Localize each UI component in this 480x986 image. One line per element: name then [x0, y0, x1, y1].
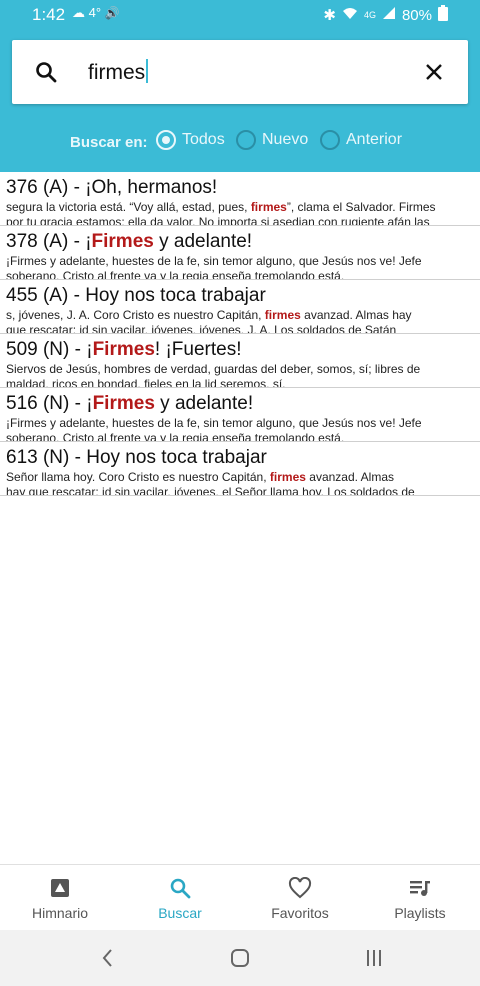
system-navigation-bar: [0, 930, 480, 986]
nav-playlists[interactable]: Playlists: [360, 865, 480, 931]
search-scope-filter: Buscar en: Todos Nuevo Anterior: [0, 126, 480, 160]
hymn-snippet: Señor llama hoy. Coro Cristo es nuestro …: [6, 470, 415, 496]
nav-himnario[interactable]: Himnario: [0, 865, 120, 931]
filter-label: Buscar en:: [70, 134, 148, 151]
list-item[interactable]: 378 (A) - ¡Firmes y adelante! ¡Firmes y …: [0, 226, 480, 280]
status-bar: 1:42 ☁ 4° 🔊 ✱ 4G 80%: [0, 0, 480, 30]
search-icon: [34, 60, 58, 84]
search-box[interactable]: firmes: [12, 40, 468, 104]
hymn-title: 509 (N) - ¡Firmes! ¡Fuertes!: [6, 339, 242, 360]
bottom-navigation: Himnario Buscar Favoritos Playlists: [0, 864, 480, 931]
battery-icon: [438, 5, 448, 25]
radio-nuevo[interactable]: Nuevo: [236, 130, 308, 150]
radio-checked-icon: [156, 130, 176, 150]
search-header: firmes Buscar en: Todos Nuevo Anterior: [0, 30, 480, 172]
radio-unchecked-icon: [236, 130, 256, 150]
hymn-snippet: Siervos de Jesús, hombres de verdad, gua…: [6, 362, 421, 388]
list-item[interactable]: 376 (A) - ¡Oh, hermanos! segura la victo…: [0, 172, 480, 226]
back-icon[interactable]: [96, 946, 120, 970]
hymn-title: 376 (A) - ¡Oh, hermanos!: [6, 177, 218, 198]
hymn-title: 516 (N) - ¡Firmes y adelante!: [6, 393, 254, 414]
cloud-icon: ☁: [72, 5, 85, 20]
hymn-snippet: segura la victoria está. “Voy allá, esta…: [6, 200, 436, 226]
search-icon: [170, 878, 191, 899]
nav-buscar[interactable]: Buscar: [120, 865, 240, 931]
status-time: 1:42: [32, 5, 66, 24]
list-item[interactable]: 509 (N) - ¡Firmes! ¡Fuertes! Siervos de …: [0, 334, 480, 388]
signal-icon: [382, 6, 396, 24]
hymn-snippet: ¡Firmes y adelante, huestes de la fe, si…: [6, 416, 422, 442]
radio-anterior[interactable]: Anterior: [320, 130, 402, 150]
hymn-title: 378 (A) - ¡Firmes y adelante!: [6, 231, 253, 252]
battery-percent: 80%: [401, 6, 432, 24]
network-type: 4G: [363, 10, 376, 20]
bluetooth-icon: ✱: [323, 7, 336, 24]
radio-todos[interactable]: Todos: [156, 130, 225, 150]
recent-apps-icon[interactable]: [362, 946, 386, 970]
list-item[interactable]: 613 (N) - Hoy nos toca trabajar Señor ll…: [0, 442, 480, 496]
nav-favoritos[interactable]: Favoritos: [240, 865, 360, 931]
hymn-title: 613 (N) - Hoy nos toca trabajar: [6, 447, 267, 468]
volume-icon: 🔊: [104, 6, 120, 20]
radio-unchecked-icon: [320, 130, 340, 150]
hymn-snippet: ¡Firmes y adelante, huestes de la fe, si…: [6, 254, 422, 280]
home-icon[interactable]: [228, 946, 252, 970]
search-input[interactable]: firmes: [88, 59, 149, 85]
text-caret: [146, 59, 149, 83]
results-list: 376 (A) - ¡Oh, hermanos! segura la victo…: [0, 172, 480, 496]
hymn-title: 455 (A) - Hoy nos toca trabajar: [6, 285, 266, 306]
hymn-snippet: s, jóvenes, J. A. Coro Cristo es nuestro…: [6, 308, 412, 334]
list-item[interactable]: 516 (N) - ¡Firmes y adelante! ¡Firmes y …: [0, 388, 480, 442]
list-item[interactable]: 455 (A) - Hoy nos toca trabajar s, jóven…: [0, 280, 480, 334]
status-right: ✱ 4G 80%: [323, 5, 448, 25]
playlist-icon: [410, 881, 430, 896]
status-weather: ☁ 4° 🔊: [72, 5, 120, 20]
book-icon: [51, 879, 69, 897]
close-icon[interactable]: [422, 60, 446, 84]
heart-icon: [288, 877, 312, 899]
wifi-icon: [342, 6, 358, 24]
